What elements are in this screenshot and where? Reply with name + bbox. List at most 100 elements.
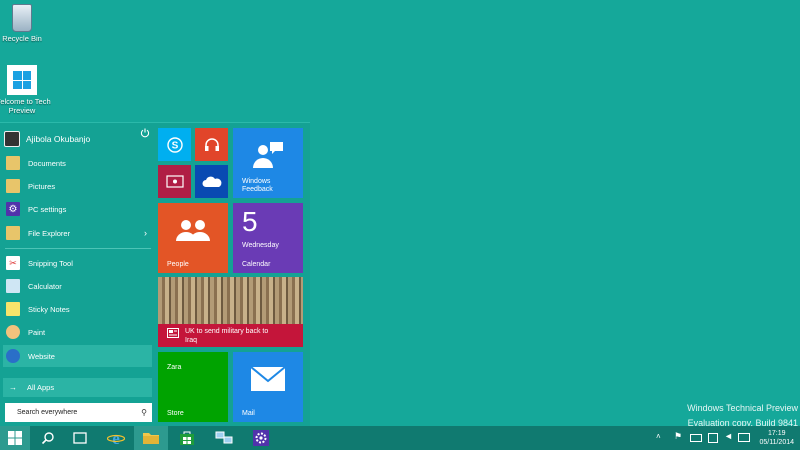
store-bag-icon — [180, 431, 194, 445]
menu-item-snipping-tool[interactable]: ✂ Snipping Tool — [3, 252, 152, 274]
menu-item-pc-settings[interactable]: ⚙ PC settings — [3, 198, 152, 220]
headphones-icon — [195, 128, 228, 161]
paint-palette-icon — [6, 325, 20, 339]
news-icon — [167, 328, 179, 338]
tile-mail[interactable]: Mail — [233, 352, 303, 422]
tile-label: Mail — [242, 410, 255, 417]
store-taskbar-button[interactable] — [171, 426, 203, 450]
gear-icon — [253, 430, 269, 446]
all-apps-label: All Apps — [27, 383, 55, 392]
tile-label: Store — [167, 410, 184, 417]
news-headline: UK to send military back to Iraq — [185, 328, 269, 344]
search-placeholder: Search everywhere — [17, 409, 78, 416]
start-menu-left-column: Ajibola Okubanjo Documents Pictures ⚙ PC… — [0, 123, 154, 427]
windows-logo-icon — [7, 65, 37, 95]
scissors-icon: ✂ — [6, 256, 20, 270]
tile-label: Calendar — [242, 261, 271, 268]
mail-envelope-icon — [250, 366, 286, 392]
clock[interactable]: 17:19 05/11/2014 — [759, 429, 794, 447]
feedback-person-icon — [251, 140, 285, 170]
tile-video[interactable] — [158, 165, 191, 198]
menu-item-website[interactable]: Website — [3, 345, 152, 367]
welcome-desktop-icon[interactable]: Welcome to Tech Preview — [0, 65, 52, 115]
menu-item-label: File Explorer — [28, 228, 71, 238]
task-view-icon — [73, 432, 87, 444]
video-icon — [158, 165, 191, 198]
people-icon — [174, 217, 212, 243]
menu-item-documents[interactable]: Documents — [3, 152, 152, 174]
pc-settings-taskbar-button[interactable] — [245, 426, 277, 450]
svg-text:e: e — [112, 430, 120, 446]
tile-calendar[interactable]: 5 Wednesday Calendar — [233, 203, 303, 273]
menu-item-label: Paint — [28, 327, 46, 337]
internet-explorer-button[interactable]: e — [100, 426, 132, 450]
flag-icon[interactable]: ⚑ — [674, 431, 682, 442]
system-tray: ˄ ⚑ ◄ 17:19 05/11/2014 — [650, 426, 800, 450]
folder-icon — [6, 156, 20, 170]
menu-item-file-explorer[interactable]: File Explorer › — [3, 222, 152, 244]
chevron-right-icon[interactable]: › — [144, 228, 147, 238]
network-app-button[interactable] — [208, 426, 240, 450]
tile-label: Windows Feedback — [242, 178, 273, 193]
menu-item-sticky-notes[interactable]: Sticky Notes — [3, 298, 152, 320]
tile-people[interactable]: People — [158, 203, 228, 273]
start-button[interactable] — [0, 426, 30, 450]
recycle-bin-label: Recycle Bin — [2, 34, 42, 43]
recycle-bin-desktop-icon[interactable]: Recycle Bin — [0, 4, 52, 43]
pictures-folder-icon — [6, 179, 20, 193]
user-name: Ajibola Okubanjo — [26, 134, 91, 144]
windows-logo-icon — [8, 431, 22, 445]
start-menu: Ajibola Okubanjo Documents Pictures ⚙ PC… — [0, 122, 310, 427]
svg-text:S: S — [171, 140, 178, 151]
file-explorer-icon — [6, 226, 20, 240]
internet-explorer-icon: e — [107, 430, 125, 446]
search-icon — [41, 432, 54, 445]
avatar — [4, 131, 20, 147]
recycle-bin-icon — [12, 4, 32, 32]
all-apps-button[interactable]: → All Apps — [3, 378, 152, 397]
battery-icon[interactable] — [690, 434, 702, 442]
taskbar: e ˄ ⚑ ◄ 17:19 05/11/2014 — [0, 426, 800, 450]
network-icon[interactable] — [708, 433, 718, 443]
search-input[interactable]: Search everywhere ⚲ — [5, 403, 152, 422]
chevron-up-icon[interactable]: ˄ — [656, 432, 661, 441]
menu-item-calculator[interactable]: Calculator — [3, 275, 152, 297]
volume-icon[interactable]: ◄ — [724, 431, 733, 441]
file-explorer-button[interactable] — [134, 426, 168, 450]
divider — [5, 248, 151, 249]
tile-label: People — [167, 261, 189, 268]
menu-item-label: Sticky Notes — [28, 304, 70, 314]
tile-onedrive[interactable] — [195, 165, 228, 198]
task-view-button[interactable] — [64, 426, 96, 450]
menu-item-label: Snipping Tool — [28, 258, 73, 268]
gear-icon: ⚙ — [6, 202, 20, 216]
tile-windows-feedback[interactable]: Windows Feedback — [233, 128, 303, 198]
arrow-right-icon: → — [9, 383, 17, 392]
tile-store[interactable]: Zara Store — [158, 352, 228, 422]
skype-icon: S — [158, 128, 191, 161]
power-icon[interactable] — [140, 128, 150, 141]
folder-icon — [143, 433, 159, 444]
user-account[interactable]: Ajibola Okubanjo — [4, 128, 152, 150]
clock-time: 17:19 — [767, 430, 786, 437]
news-photo — [158, 277, 303, 324]
calendar-date: 5 — [242, 206, 258, 237]
keyboard-icon[interactable] — [738, 433, 750, 442]
tile-skype[interactable]: S — [158, 128, 191, 161]
menu-item-label: Calculator — [28, 281, 62, 291]
search-taskbar-button[interactable] — [32, 426, 64, 450]
menu-item-paint[interactable]: Paint — [3, 321, 152, 343]
tile-news[interactable]: UK to send military back to Iraq — [158, 277, 303, 347]
calendar-day: Wednesday — [242, 242, 279, 249]
onedrive-cloud-icon — [195, 165, 228, 198]
website-icon — [6, 349, 20, 363]
tile-music[interactable] — [195, 128, 228, 161]
store-subtitle: Zara — [167, 364, 182, 371]
watermark-line-1: Windows Technical Preview — [687, 403, 798, 413]
menu-item-pictures[interactable]: Pictures — [3, 175, 152, 197]
menu-item-label: Pictures — [28, 181, 56, 191]
menu-item-label: Documents — [28, 158, 66, 168]
welcome-label: Welcome to Tech Preview — [0, 97, 51, 115]
search-icon[interactable]: ⚲ — [141, 408, 147, 417]
clock-date: 05/11/2014 — [759, 439, 794, 446]
